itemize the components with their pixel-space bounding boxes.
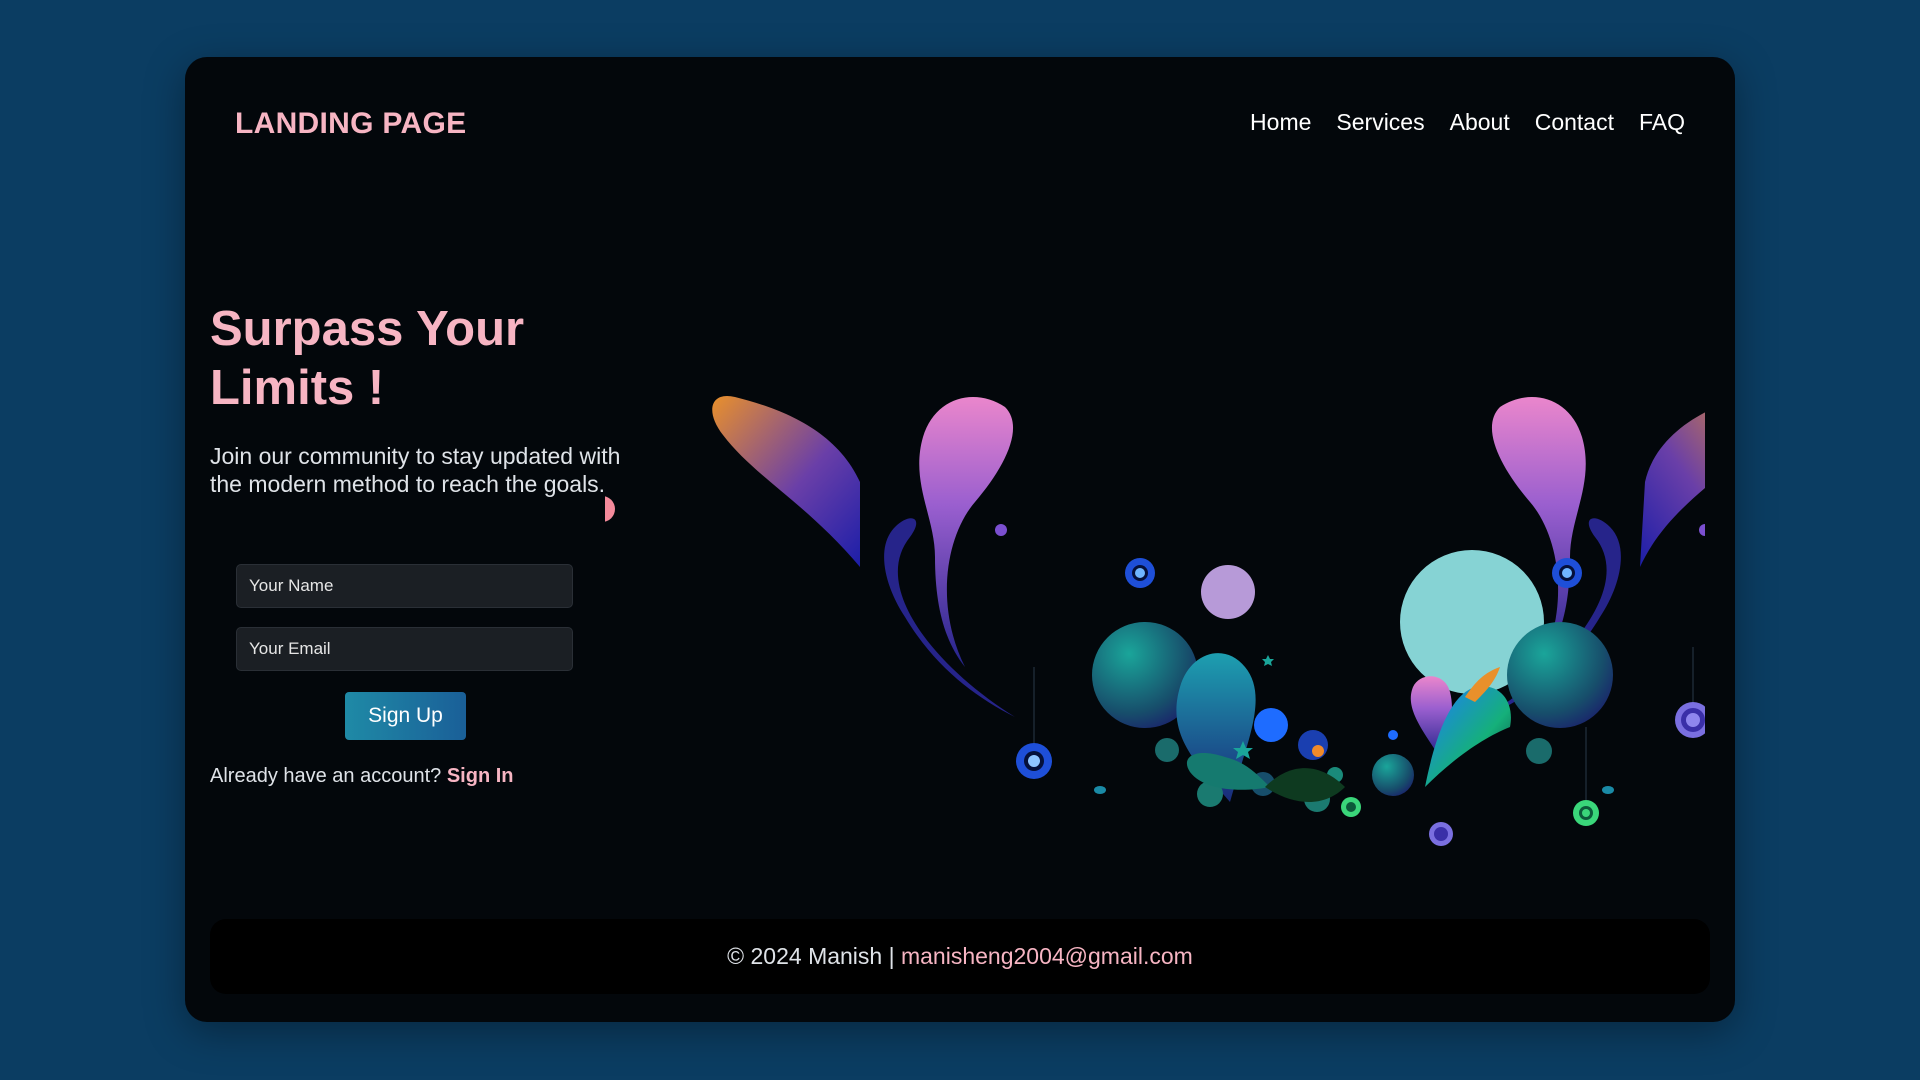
right-orange-plume [1640, 412, 1705, 567]
footer-email-link[interactable]: manisheng2004@gmail.com [901, 943, 1193, 970]
hero-title-line-1: Surpass Your [210, 302, 525, 356]
ring-orb [1552, 558, 1582, 588]
landing-card: LANDING PAGE Home Services About Contact… [185, 57, 1735, 1022]
dark-blue-orb [1298, 730, 1328, 760]
nav-faq[interactable]: FAQ [1639, 109, 1685, 136]
ring-orb [1675, 702, 1705, 738]
tiny-blue-dot [1388, 730, 1398, 740]
nav-contact[interactable]: Contact [1535, 109, 1614, 136]
teal-sphere-right [1507, 622, 1613, 728]
main-nav: Home Services About Contact FAQ [1250, 109, 1685, 136]
tiny-teal-dot [1094, 786, 1106, 794]
tiny-teal-dot [1602, 786, 1614, 794]
left-orange-plume [712, 395, 860, 567]
sign-up-button[interactable]: Sign Up [345, 692, 466, 740]
blue-orb [1254, 708, 1288, 742]
signin-prompt: Already have an account? [210, 765, 442, 787]
hero-title-line-2: Limits ! [210, 361, 385, 415]
tiny-purple-dot [995, 524, 1007, 536]
lavender-circle [1201, 565, 1255, 619]
name-input[interactable] [236, 564, 573, 608]
nav-services[interactable]: Services [1336, 109, 1424, 136]
tiny-purple-dot [1699, 524, 1705, 536]
nav-about[interactable]: About [1450, 109, 1510, 136]
ring-orb [1016, 743, 1052, 779]
leaf-shape [1186, 752, 1270, 790]
small-teal-orb [1155, 738, 1179, 762]
orange-orb [1312, 745, 1324, 757]
pink-dot [605, 496, 615, 522]
hero-title: Surpass Your Limits ! [210, 300, 630, 418]
footer-copyright: © 2024 Manish | [727, 943, 895, 969]
email-input[interactable] [236, 627, 573, 671]
hero-illustration [605, 395, 1705, 846]
site-logo[interactable]: LANDING PAGE [235, 107, 466, 141]
ring-orb [1429, 822, 1453, 846]
ring-orb [1125, 558, 1155, 588]
hero-subtitle: Join our community to stay updated with … [210, 443, 621, 497]
nav-home[interactable]: Home [1250, 109, 1311, 136]
small-teal-orb [1526, 738, 1552, 764]
sign-in-link[interactable]: Sign In [447, 765, 514, 787]
signin-row: Already have an account? Sign In [210, 765, 514, 788]
ring-orb [1341, 797, 1361, 817]
teal-orb [1372, 754, 1414, 796]
star-icon [1262, 655, 1274, 666]
ring-orb [1573, 800, 1599, 826]
footer: © 2024 Manish | manisheng2004@gmail.com [210, 919, 1710, 994]
